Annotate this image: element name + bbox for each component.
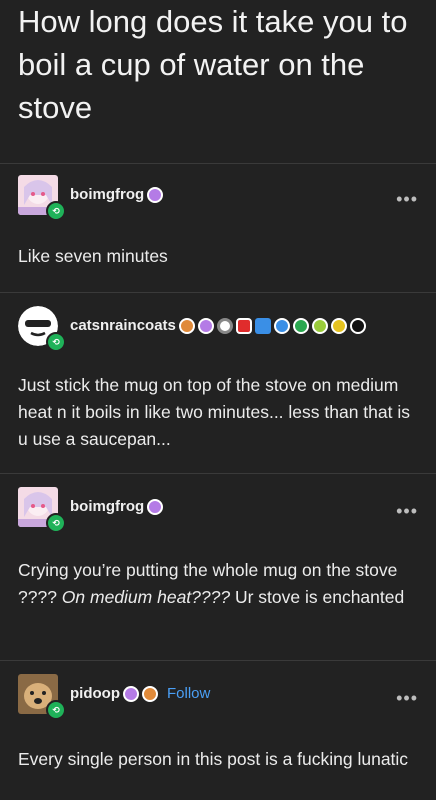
post-text: Every single person in this post is a fu… (18, 749, 409, 769)
post-text-italic: On medium heat???? (61, 587, 231, 607)
more-options-icon[interactable]: ••• (396, 189, 418, 210)
badge-icon[interactable] (147, 186, 164, 203)
yellow-check-badge-icon[interactable] (330, 317, 347, 334)
divider (0, 163, 436, 164)
username[interactable]: pidoop Follow (70, 685, 210, 702)
paw-badge-icon[interactable] (141, 685, 158, 702)
username[interactable]: boimgfrog (70, 498, 164, 515)
black-badge-icon[interactable] (349, 317, 366, 334)
reblog-icon: ⟲ (46, 201, 66, 221)
username-text[interactable]: boimgfrog (70, 186, 144, 203)
divider (0, 473, 436, 474)
lime-check-badge-icon[interactable] (311, 317, 328, 334)
paw-badge-icon[interactable] (178, 317, 195, 334)
username[interactable]: boimgfrog (70, 186, 164, 203)
username-text[interactable]: catsnraincoats (70, 317, 176, 334)
post-title: How long does it take you to boil a cup … (18, 4, 408, 125)
username-text[interactable]: pidoop (70, 685, 120, 702)
reblog-icon: ⟲ (46, 332, 66, 352)
blue-stack-badge-icon[interactable] (254, 317, 271, 334)
post-text: Crying you’re putting the whole mug on t… (18, 557, 413, 611)
divider (0, 292, 436, 293)
follow-button[interactable]: Follow (167, 685, 210, 702)
post-header: ⟲ pidoop Follow ••• (18, 674, 428, 720)
divider (0, 660, 436, 661)
username-text[interactable]: boimgfrog (70, 498, 144, 515)
purple-badge-icon[interactable] (122, 685, 139, 702)
post-text: Like seven minutes (18, 246, 168, 266)
post-header: ⟲ catsnraincoats (18, 306, 428, 352)
post-header: ⟲ boimgfrog ••• (18, 175, 428, 221)
purple-badge-icon[interactable] (197, 317, 214, 334)
badge-icon[interactable] (147, 498, 164, 515)
post-header: ⟲ boimgfrog ••• (18, 487, 428, 533)
green-check-badge-icon[interactable] (292, 317, 309, 334)
reblog-icon: ⟲ (46, 513, 66, 533)
blue-check-badge-icon[interactable] (273, 317, 290, 334)
post-text: Just stick the mug on top of the stove o… (18, 375, 410, 449)
reblog-icon: ⟲ (46, 700, 66, 720)
more-options-icon[interactable]: ••• (396, 501, 418, 522)
username[interactable]: catsnraincoats (70, 317, 366, 334)
grey-badge-icon[interactable] (216, 317, 233, 334)
post-text-part: Ur stove is enchanted (230, 587, 405, 607)
more-options-icon[interactable]: ••• (396, 688, 418, 709)
red-badge-icon[interactable] (235, 317, 252, 334)
